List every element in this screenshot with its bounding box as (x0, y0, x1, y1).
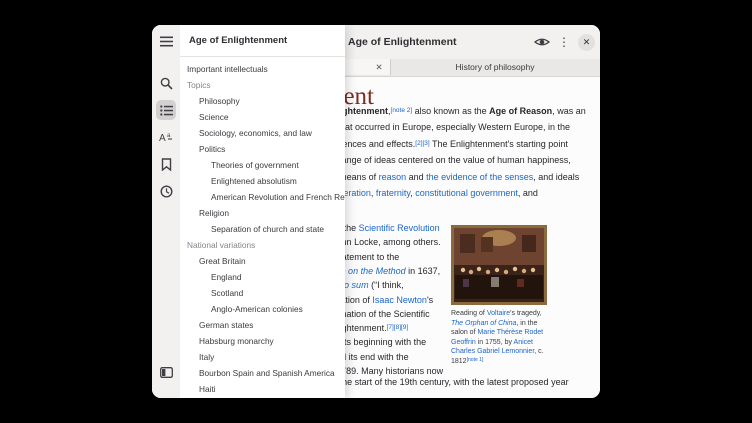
text-segment: 's (427, 295, 433, 305)
svg-text:A: A (159, 133, 166, 143)
panel-separator (180, 56, 345, 57)
article-link[interactable]: constitutional government (415, 188, 518, 198)
text-segment: Reading of (451, 310, 487, 317)
text-segment: and (406, 172, 426, 182)
article-link[interactable]: fraternity (376, 188, 410, 198)
tab-close-button[interactable]: ✕ (372, 59, 386, 75)
text-segment: in 1637, (406, 266, 441, 276)
text-segment: (“I think, (369, 280, 404, 290)
hamburger-menu-icon (160, 36, 173, 47)
toc-item[interactable]: American Revolution and French Revolutio… (180, 189, 345, 205)
languages-icon: A a (159, 131, 173, 143)
text-segment: in 1755, by (476, 339, 514, 346)
toggle-sidebar-button[interactable] (156, 362, 176, 382)
text-segment: also known as the (412, 106, 489, 116)
salon-painting-image (451, 225, 547, 305)
svg-text:a: a (167, 133, 171, 139)
history-clock-icon (160, 185, 173, 198)
toc-item[interactable]: Habsburg monarchy (180, 333, 345, 349)
text-segment: Age of Reason (489, 106, 552, 116)
text-segment: 's tragedy, (510, 310, 542, 317)
toc-item[interactable]: Sociology, economics, and law (180, 125, 345, 141)
article-link[interactable]: [7][8][9] (387, 324, 409, 331)
toc-item[interactable]: German states (180, 317, 345, 333)
menu-button[interactable]: ⋮ (558, 35, 570, 49)
close-window-button[interactable]: ✕ (578, 34, 595, 51)
toc-item[interactable]: Important intellectuals (180, 61, 345, 77)
languages-button[interactable]: A a (156, 127, 176, 147)
bookmark-icon (161, 158, 172, 171)
sidebar-rail: A a (152, 25, 180, 398)
toc-panel: Age of Enlightenment Important intellect… (180, 25, 345, 398)
article-link[interactable]: [note 1] (467, 357, 484, 363)
toc-item[interactable]: England (180, 269, 345, 285)
toc-list: Important intellectualsTopicsPhilosophyS… (180, 61, 345, 398)
article-link[interactable]: The Orphan of China (451, 320, 516, 327)
toc-item[interactable]: Politics (180, 141, 345, 157)
screen: Age of Enlightenment The Age of Enlighte… (0, 0, 752, 423)
article-link[interactable]: Scientific Revolution (359, 223, 440, 233)
toc-item[interactable]: Great Britain (180, 253, 345, 269)
search-button[interactable] (156, 73, 176, 93)
toc-item[interactable]: Bourbon Spain and Spanish America (180, 365, 345, 381)
close-icon: ✕ (583, 34, 591, 51)
text-segment: The Enlightenment's starting point (430, 139, 568, 149)
main-menu-button[interactable] (156, 31, 176, 51)
article-link[interactable]: [note 2] (391, 107, 413, 114)
toc-item[interactable]: Topics (180, 77, 345, 93)
window-title: Age of Enlightenment (348, 25, 457, 59)
history-button[interactable] (156, 181, 176, 201)
contents-button[interactable] (156, 100, 176, 120)
article-link[interactable]: reason (379, 172, 407, 182)
text-segment: , and ideals (533, 172, 579, 182)
toc-item[interactable]: Theories of government (180, 157, 345, 173)
toc-item[interactable]: Anglo-American colonies (180, 301, 345, 317)
toc-item[interactable]: Religion (180, 205, 345, 221)
toc-item[interactable]: National variations (180, 237, 345, 253)
eye-icon (534, 36, 550, 48)
toc-item[interactable]: Italy (180, 349, 345, 365)
close-icon: ✕ (375, 62, 382, 72)
toc-item[interactable]: Scotland (180, 285, 345, 301)
sidebar-toggle-icon (160, 367, 173, 378)
image-caption: Reading of Voltaire's tragedy, The Orpha… (451, 309, 547, 368)
toc-item[interactable]: Enlightened absolutism (180, 173, 345, 189)
toc-panel-title: Age of Enlightenment (189, 25, 287, 56)
toc-item[interactable]: Separation of church and state (180, 221, 345, 237)
kebab-menu-icon: ⋮ (558, 35, 570, 49)
toc-item[interactable]: Haiti (180, 381, 345, 397)
table-of-contents-icon (160, 105, 173, 116)
article-link[interactable]: the evidence of the senses (426, 172, 533, 182)
article-link[interactable]: Isaac Newton (372, 295, 427, 305)
article-link[interactable]: [2][3] (415, 140, 429, 147)
toc-item[interactable]: Science (180, 109, 345, 125)
bookmarks-button[interactable] (156, 154, 176, 174)
text-segment: , was an (552, 106, 586, 116)
reading-mode-button[interactable] (534, 36, 550, 48)
article-link[interactable]: Voltaire (487, 310, 510, 317)
app-window: Age of Enlightenment The Age of Enlighte… (152, 25, 600, 398)
toc-item[interactable]: Philosophy (180, 93, 345, 109)
text-segment: , and (518, 188, 538, 198)
tab-history-of-philosophy[interactable]: History of philosophy (390, 59, 600, 75)
search-icon (160, 77, 173, 90)
headerbar-actions: ⋮ ✕ (534, 25, 595, 59)
tab-label: History of philosophy (456, 62, 535, 72)
article-image[interactable]: Reading of Voltaire's tragedy, The Orpha… (451, 225, 547, 368)
